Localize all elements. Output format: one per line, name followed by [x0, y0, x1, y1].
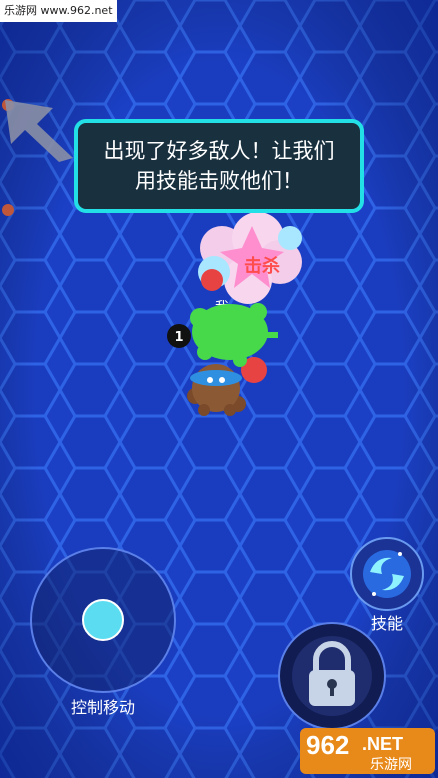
site-watermark-bottom: 962 .NET 乐游网: [300, 728, 435, 774]
tip-line-1: 出现了好多敌人！让我们: [103, 139, 335, 163]
joystick-knob-icon[interactable]: [82, 599, 124, 641]
watermark-number: 962: [306, 730, 350, 760]
tutorial-tip: 出现了好多敌人！让我们 用技能击败他们！: [74, 119, 364, 213]
kill-text: 击杀: [244, 255, 280, 277]
watermark-suffix: .NET: [362, 734, 404, 754]
level-number: 1: [174, 330, 183, 345]
locked-skill-button[interactable]: [278, 622, 386, 730]
game-board: 击杀 我 1: [0, 0, 438, 778]
enemy-ball: [201, 269, 223, 291]
watermark-site: 乐游网: [370, 757, 412, 773]
joystick[interactable]: [30, 547, 176, 693]
skill-swirl-icon: [363, 550, 411, 598]
joystick-label: 控制移动: [70, 698, 135, 717]
skill-label: 技能: [370, 614, 403, 633]
site-watermark-top: 乐游网 www.962.net: [0, 0, 117, 22]
skill-button[interactable]: [350, 537, 424, 611]
tip-line-2: 用技能击败他们！: [135, 169, 303, 193]
